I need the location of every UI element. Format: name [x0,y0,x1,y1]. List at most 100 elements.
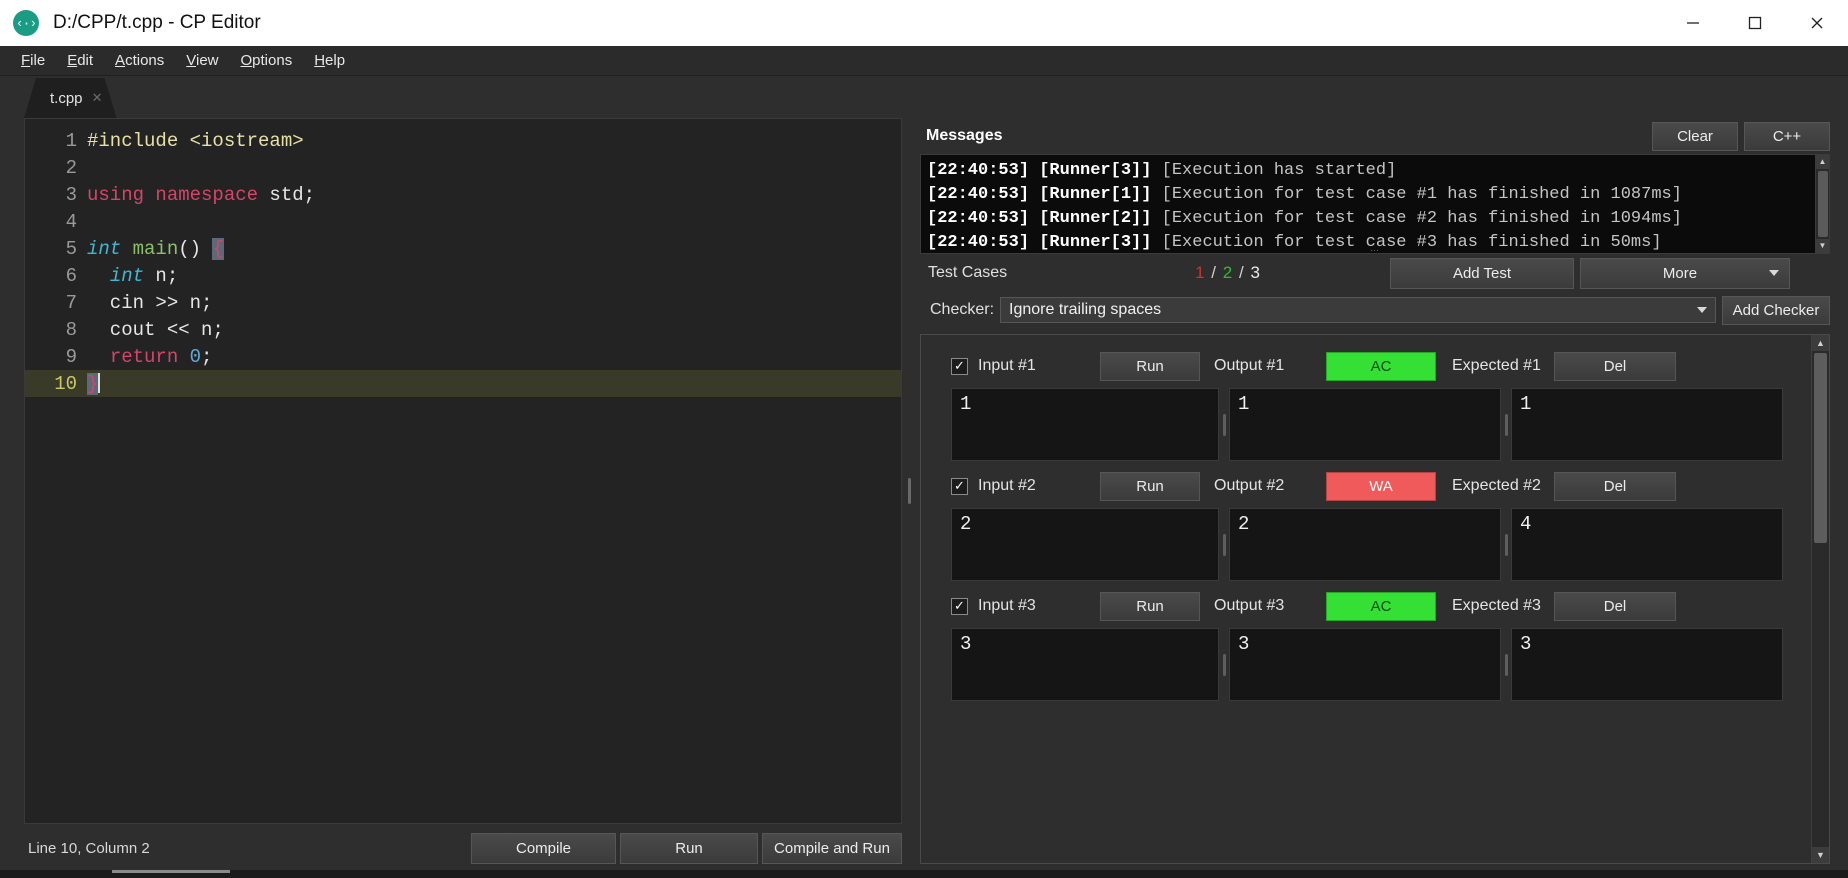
menu-actions[interactable]: Actions [104,49,175,72]
add-checker-button[interactable]: Add Checker [1722,295,1830,325]
minimize-icon[interactable] [1662,0,1724,46]
testcase-run-button[interactable]: Run [1100,351,1200,381]
panes: 1 #include <iostream> 2 3 using namespac… [0,118,1848,878]
text-caret [98,372,101,393]
scroll-up-icon[interactable]: ▲ [1811,335,1829,351]
delete-testcase-button[interactable]: Del [1554,471,1676,501]
title-bar: ‹·› D:/CPP/t.cpp - CP Editor [0,0,1848,46]
box-splitter[interactable] [1219,388,1229,461]
box-splitter[interactable] [1501,508,1511,581]
language-button[interactable]: C++ [1744,121,1830,151]
more-dropdown[interactable]: More [1580,257,1790,289]
code-editor[interactable]: 1 #include <iostream> 2 3 using namespac… [24,118,902,824]
splitter-grip [1222,413,1226,436]
chevron-down-icon [1697,307,1707,313]
line-content: return 0; [109,345,213,368]
compile-and-run-button[interactable]: Compile and Run [762,832,902,864]
scroll-up-icon[interactable]: ▲ [1815,155,1829,169]
expected-label: Expected #2 [1452,477,1541,494]
scrollbar-thumb[interactable] [1817,171,1828,237]
checker-label: Checker: [930,301,995,318]
checker-value: Ignore trailing spaces [1009,301,1162,318]
checker-row: Checker: Ignore trailing spaces Add Chec… [920,292,1830,328]
chevron-down-icon [1769,270,1779,276]
cursor-position-status: Line 10, Column 2 [28,839,150,857]
add-test-button[interactable]: Add Test [1390,257,1574,289]
input-label: Input #2 [978,477,1036,494]
code-line: 9 return 0; [25,343,901,370]
verdict-badge[interactable]: WA [1326,471,1436,501]
menu-help[interactable]: Help [303,49,356,72]
testcase-header: ✓ Input #2 Run Output #2 WA Expected #2 … [951,471,1801,501]
messages-resize-grip[interactable]: ⋯ [1370,246,1380,254]
box-splitter[interactable] [1501,388,1511,461]
testcase-checkbox[interactable]: ✓ [951,477,968,495]
tab-close-icon[interactable]: ✕ [92,90,103,106]
tab-strip: t.cpp ✕ [0,76,1848,118]
main-area: t.cpp ✕ 1 #include <iostream> 2 3 using … [0,76,1848,878]
output-textarea[interactable]: 1 [1229,388,1501,461]
testcase-2: ✓ Input #2 Run Output #2 WA Expected #2 … [951,471,1801,581]
message-body: [Execution for test case #2 has finished… [1151,209,1682,228]
message-stamp: [22:40:53] [Runner[3]] [927,161,1152,180]
code-line: 8 cout << n; [25,316,901,343]
box-splitter[interactable] [1219,508,1229,581]
verdict-badge[interactable]: AC [1326,591,1436,621]
maximize-icon[interactable] [1724,0,1786,46]
verdict-badge[interactable]: AC [1326,351,1436,381]
testcase-checkbox[interactable]: ✓ [951,357,968,375]
splitter-grip [1504,413,1508,436]
output-label: Output #2 [1214,477,1285,494]
line-number: 10 [54,372,77,395]
delete-testcase-button[interactable]: Del [1554,591,1676,621]
run-button[interactable]: Run [620,832,758,864]
results-pane: Messages Clear C++ [22:40:53] [Runner[3]… [916,118,1830,864]
testcase-header: ✓ Input #1 Run Output #1 AC Expected #1 … [951,351,1801,381]
menu-options[interactable]: Options [230,49,304,72]
code-line: 3 using namespace std; [25,181,901,208]
clear-messages-button[interactable]: Clear [1652,121,1738,151]
line-number: 3 [65,183,77,206]
input-textarea[interactable]: 1 [951,388,1219,461]
compile-button[interactable]: Compile [471,832,616,864]
menu-view[interactable]: View [175,49,229,72]
messages-console[interactable]: [22:40:53] [Runner[3]] [Execution has st… [920,154,1830,254]
box-splitter[interactable] [1501,628,1511,701]
expected-textarea[interactable]: 1 [1511,388,1783,461]
delete-testcase-button[interactable]: Del [1554,351,1676,381]
checker-dropdown[interactable]: Ignore trailing spaces [1000,297,1716,323]
input-textarea[interactable]: 2 [951,508,1219,581]
testcase-run-button[interactable]: Run [1100,591,1200,621]
messages-scrollbar[interactable]: ▲ ▼ [1815,155,1829,253]
line-number: 9 [65,345,77,368]
expected-label: Expected #3 [1452,597,1541,614]
menu-bar: File Edit Actions View Options Help [0,46,1848,76]
expected-textarea[interactable]: 3 [1511,628,1783,701]
scroll-down-icon[interactable]: ▼ [1815,239,1829,253]
output-textarea[interactable]: 2 [1229,508,1501,581]
testcase-boxes: 2 2 4 [951,508,1801,581]
messages-title: Messages [926,127,1003,144]
splitter-grip [907,478,911,504]
testcase-checkbox[interactable]: ✓ [951,597,968,615]
output-textarea[interactable]: 3 [1229,628,1501,701]
expected-textarea[interactable]: 4 [1511,508,1783,581]
line-number: 7 [65,291,77,314]
message-body: [Execution for test case #1 has finished… [1151,185,1682,204]
box-splitter[interactable] [1219,628,1229,701]
passed-count: 2 [1222,263,1234,282]
menu-edit[interactable]: Edit [56,49,104,72]
scroll-down-icon[interactable]: ▼ [1811,847,1829,863]
tab-t-cpp[interactable]: t.cpp ✕ [24,78,117,118]
testcase-run-button[interactable]: Run [1100,471,1200,501]
menu-file[interactable]: File [10,49,56,72]
input-textarea[interactable]: 3 [951,628,1219,701]
expected-label: Expected #1 [1452,357,1541,374]
testcases-label: Test Cases [928,264,1008,281]
line-number: 2 [65,156,77,179]
scrollbar-thumb[interactable] [1814,353,1827,543]
pane-splitter[interactable] [902,118,916,864]
testcases-scrollbar[interactable]: ▲ ▼ [1811,335,1829,863]
message-stamp: [22:40:53] [Runner[3]] [927,233,1152,252]
close-icon[interactable] [1786,0,1848,46]
